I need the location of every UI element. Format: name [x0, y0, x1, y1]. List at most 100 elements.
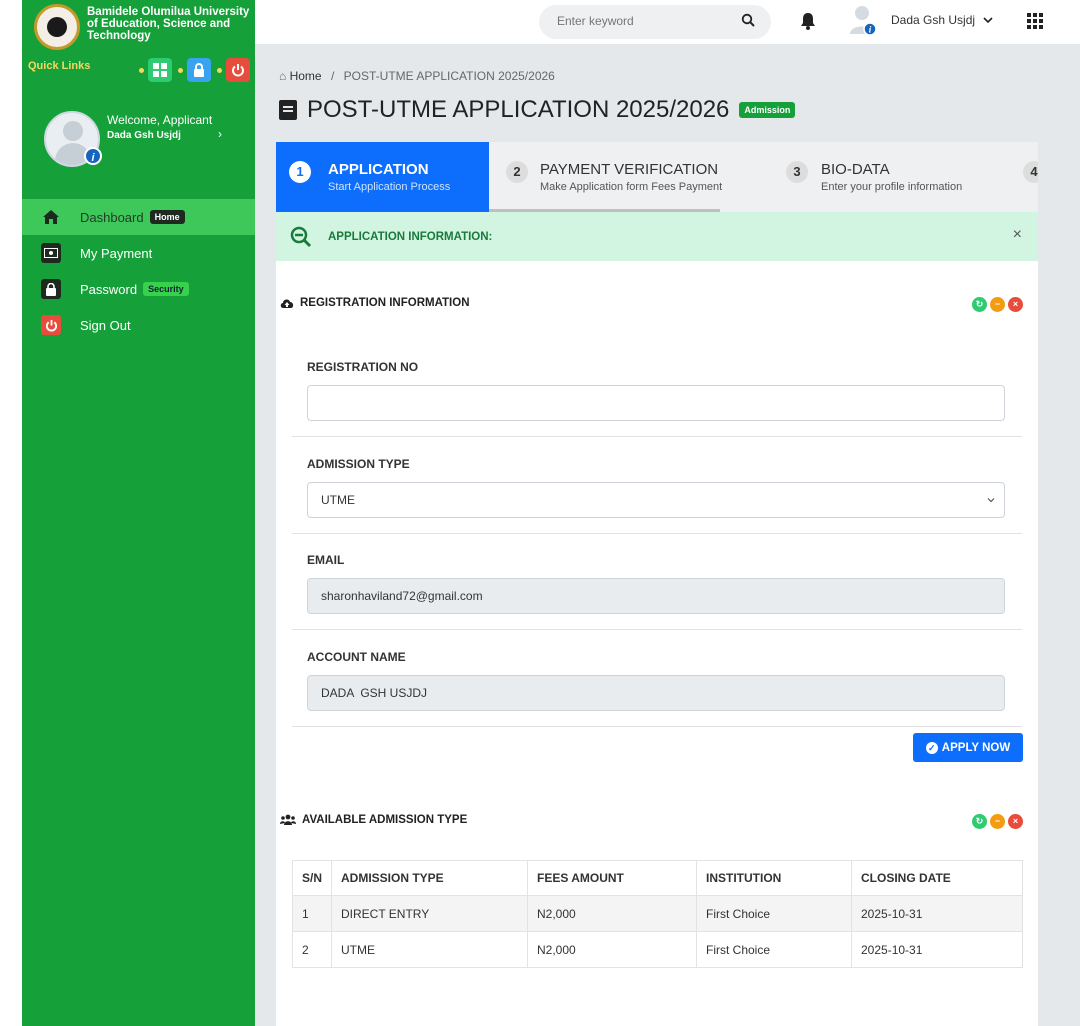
brand-name: Bamidele Olumilua University of Educatio… — [87, 6, 250, 42]
info-alert: APPLICATION INFORMATION: × — [276, 212, 1038, 261]
step-title: PAYMENT VERIFICATION — [540, 161, 719, 178]
email-field: sharonhaviland72@gmail.com — [307, 578, 1005, 614]
security-badge: Security — [143, 282, 189, 296]
welcome-user-name: Dada Gsh Usjdj — [107, 130, 181, 141]
table-cell: 2025-10-31 — [851, 895, 1023, 932]
step-payment-verification[interactable]: 2 PAYMENT VERIFICATION Make Application … — [489, 142, 769, 212]
quick-links-label: Quick Links — [28, 60, 91, 72]
sidebar-nav: Dashboard Home My Payment Password Secur… — [22, 199, 255, 343]
email-row: EMAIL sharonhaviland72@gmail.com — [292, 534, 1022, 630]
info-icon: i — [84, 147, 102, 165]
column-header: FEES AMOUNT — [527, 860, 697, 896]
step-number: 4 — [1023, 161, 1038, 183]
sidebar-item-my-payment[interactable]: My Payment — [22, 235, 255, 271]
panel-controls: ↻ − × — [972, 814, 1023, 829]
column-header: ADMISSION TYPE — [331, 860, 528, 896]
refresh-icon[interactable]: ↻ — [972, 814, 987, 829]
alert-text: APPLICATION INFORMATION: — [328, 231, 493, 243]
registration-heading: REGISTRATION INFORMATION — [280, 297, 470, 309]
sidebar-item-label: Dashboard — [80, 209, 144, 225]
topbar: i Dada Gsh Usjdj — [255, 0, 1080, 44]
account-name-field: DADA GSH USJDJ — [307, 675, 1005, 711]
wizard-steps: 1 APPLICATION Start Application Process … — [276, 142, 1038, 212]
close-icon[interactable]: × — [1008, 297, 1023, 312]
admission-badge: Admission — [739, 102, 796, 118]
step-number: 2 — [506, 161, 528, 183]
step-number: 1 — [289, 161, 311, 183]
step-title: APPLICATION — [328, 161, 429, 178]
registration-no-row: REGISTRATION NO — [292, 340, 1022, 437]
zoom-out-icon — [290, 226, 312, 248]
table-cell: First Choice — [696, 895, 852, 932]
sidebar-item-label: Sign Out — [80, 317, 131, 333]
column-header: INSTITUTION — [696, 860, 852, 896]
check-circle-icon: ✓ — [925, 741, 938, 754]
user-menu-name[interactable]: Dada Gsh Usjdj — [891, 13, 975, 27]
cloud-upload-icon — [280, 299, 294, 308]
panel-controls: ↻ − × — [972, 297, 1023, 312]
lock-icon — [41, 279, 61, 299]
collapse-icon[interactable]: − — [990, 814, 1005, 829]
document-icon — [279, 100, 297, 120]
user-panel[interactable]: i Welcome, Applicant Dada Gsh Usjdj › — [22, 105, 255, 175]
page-title-text: POST-UTME APPLICATION 2025/2026 — [307, 96, 730, 123]
table-cell: 2 — [292, 931, 332, 968]
search-input[interactable] — [557, 14, 727, 28]
application-card: 1 APPLICATION Start Application Process … — [276, 142, 1038, 1026]
apply-now-label: APPLY NOW — [941, 741, 1011, 754]
collapse-icon[interactable]: − — [990, 297, 1005, 312]
sidebar-item-password[interactable]: Password Security — [22, 271, 255, 307]
grid-icon[interactable] — [148, 58, 172, 82]
step-subtitle: Make Application form Fees Payment — [540, 181, 723, 193]
admission-type-row: ADMISSION TYPE UTME — [292, 437, 1022, 534]
welcome-text: Welcome, Applicant — [107, 113, 213, 127]
users-icon — [280, 814, 296, 825]
breadcrumb-home[interactable]: Home — [290, 69, 322, 83]
admission-types-table: S/N ADMISSION TYPE FEES AMOUNT INSTITUTI… — [292, 860, 1023, 968]
table-cell: First Choice — [696, 931, 852, 968]
sidebar-item-label: Password — [80, 281, 138, 297]
table-cell: 1 — [292, 895, 332, 932]
registration-heading-text: REGISTRATION INFORMATION — [300, 297, 470, 309]
breadcrumb: ⌂ Home / POST-UTME APPLICATION 2025/2026 — [279, 69, 555, 83]
close-icon[interactable]: × — [1013, 226, 1022, 244]
step-four[interactable]: 4 — [1019, 142, 1038, 212]
step-application[interactable]: 1 APPLICATION Start Application Process — [276, 142, 489, 212]
apply-now-button[interactable]: ✓ APPLY NOW — [913, 733, 1023, 762]
main: i Dada Gsh Usjdj ⌂ Home / POST-UTME APPL… — [255, 0, 1080, 1026]
search-icon[interactable] — [741, 13, 755, 27]
bell-icon[interactable] — [800, 12, 816, 30]
admission-type-select[interactable]: UTME — [307, 482, 1005, 518]
user-avatar[interactable]: i — [849, 4, 877, 36]
apps-grid-icon[interactable] — [1027, 13, 1043, 29]
registration-no-label: REGISTRATION NO — [307, 360, 419, 374]
table-cell: 2025-10-31 — [851, 931, 1023, 968]
table-header-row: S/N ADMISSION TYPE FEES AMOUNT INSTITUTI… — [292, 860, 1023, 896]
home-icon — [40, 207, 62, 227]
search-box[interactable] — [539, 5, 771, 39]
quick-icons — [139, 58, 250, 82]
sidebar-item-label: My Payment — [80, 245, 153, 261]
lock-icon[interactable] — [187, 58, 211, 82]
chevron-down-icon[interactable] — [982, 14, 994, 26]
home-badge: Home — [149, 210, 185, 224]
close-icon[interactable]: × — [1008, 814, 1023, 829]
table-row: 1 DIRECT ENTRY N2,000 First Choice 2025-… — [292, 895, 1023, 932]
refresh-icon[interactable]: ↻ — [972, 297, 987, 312]
table-cell: UTME — [331, 931, 528, 968]
registration-no-input[interactable] — [307, 385, 1005, 421]
sidebar-item-dashboard[interactable]: Dashboard Home — [22, 199, 255, 235]
column-header: S/N — [292, 860, 332, 896]
power-icon[interactable] — [226, 58, 250, 82]
table-cell: N2,000 — [527, 895, 697, 932]
sidebar: Bamidele Olumilua University of Educatio… — [22, 0, 255, 1026]
home-icon: ⌂ — [279, 69, 287, 83]
brand[interactable]: Bamidele Olumilua University of Educatio… — [22, 0, 255, 58]
chevron-down-icon — [987, 498, 995, 503]
breadcrumb-current: POST-UTME APPLICATION 2025/2026 — [343, 69, 555, 83]
step-subtitle: Start Application Process — [328, 181, 451, 193]
step-bio-data[interactable]: 3 BIO-DATA Enter your profile informatio… — [769, 142, 1019, 212]
sidebar-item-sign-out[interactable]: Sign Out — [22, 307, 255, 343]
page-title: POST-UTME APPLICATION 2025/2026 Admissio… — [279, 96, 796, 124]
table-row: 2 UTME N2,000 First Choice 2025-10-31 — [292, 931, 1023, 968]
